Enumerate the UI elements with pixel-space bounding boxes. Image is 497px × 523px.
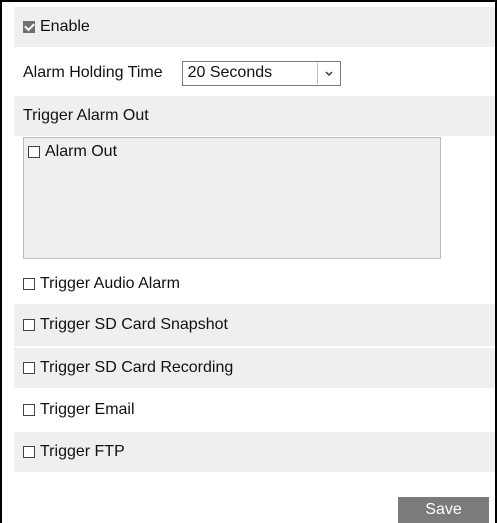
save-button[interactable]: Save — [398, 497, 489, 523]
enable-label: Enable — [40, 18, 90, 35]
trigger-sd-card-snapshot-row: Trigger SD Card Snapshot — [14, 304, 495, 346]
alarm-holding-time-select[interactable]: 20 Seconds — [181, 60, 341, 86]
enable-checkbox[interactable] — [23, 20, 35, 33]
check-icon — [23, 20, 35, 32]
trigger-ftp-label: Trigger FTP — [40, 443, 125, 460]
trigger-email-row: Trigger Email — [14, 390, 495, 430]
trigger-audio-alarm-checkbox[interactable] — [23, 278, 35, 290]
alarm-holding-time-row: Alarm Holding Time 20 Seconds — [14, 53, 495, 93]
trigger-alarm-out-row: Trigger Alarm Out — [14, 96, 495, 136]
trigger-sd-card-recording-row: Trigger SD Card Recording — [14, 348, 495, 388]
enable-row: Enable — [14, 7, 495, 47]
alarm-out-list: Alarm Out — [23, 137, 441, 259]
list-item[interactable]: Alarm Out — [28, 143, 117, 161]
trigger-email-checkbox[interactable] — [23, 404, 35, 416]
alarm-holding-time-label: Alarm Holding Time — [23, 64, 163, 81]
alarm-out-checkbox[interactable] — [28, 146, 40, 158]
trigger-ftp-row: Trigger FTP — [14, 432, 495, 472]
select-divider — [316, 62, 318, 84]
alarm-out-label: Alarm Out — [45, 143, 118, 160]
trigger-email-label: Trigger Email — [40, 401, 135, 418]
trigger-sd-card-recording-label: Trigger SD Card Recording — [40, 359, 234, 376]
top-border — [0, 0, 497, 2]
trigger-sd-card-recording-checkbox[interactable] — [23, 362, 35, 374]
trigger-alarm-out-heading: Trigger Alarm Out — [23, 107, 149, 124]
trigger-audio-alarm-row: Trigger Audio Alarm — [14, 264, 495, 304]
trigger-ftp-checkbox[interactable] — [23, 446, 35, 458]
trigger-sd-card-snapshot-label: Trigger SD Card Snapshot — [40, 316, 228, 333]
settings-panel: Enable Alarm Holding Time 20 Seconds Tri… — [0, 0, 497, 523]
trigger-audio-alarm-label: Trigger Audio Alarm — [40, 275, 180, 292]
chevron-down-icon — [325, 71, 333, 76]
alarm-holding-time-value: 20 Seconds — [187, 64, 273, 81]
trigger-sd-card-snapshot-checkbox[interactable] — [23, 319, 35, 331]
left-border — [0, 0, 2, 523]
